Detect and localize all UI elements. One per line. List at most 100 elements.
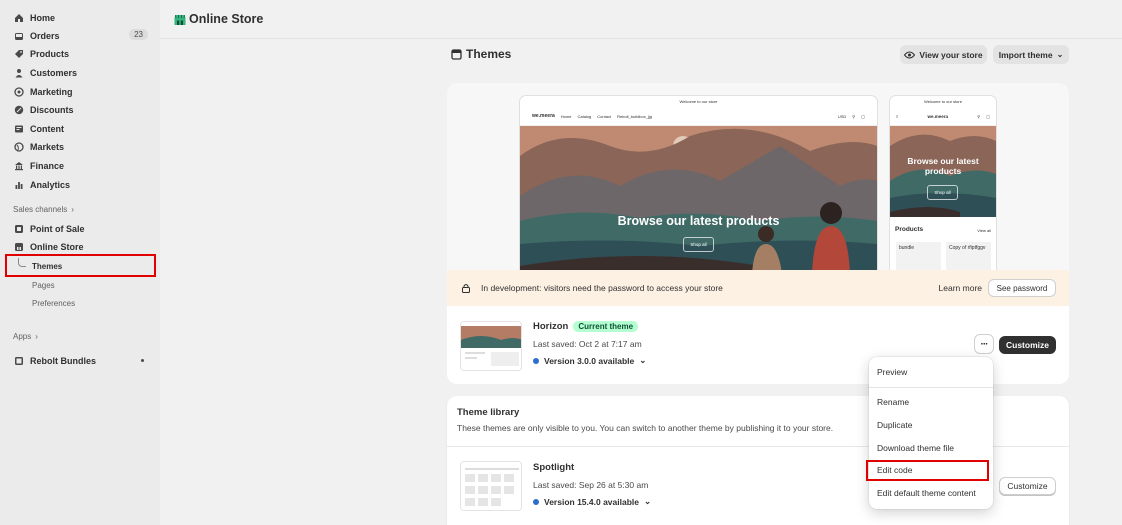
menu-item-edit-default-theme-content[interactable]: Edit default theme content (877, 486, 976, 500)
sidebar-item-rebolt-bundles[interactable]: Rebolt Bundles (14, 352, 150, 369)
sidebar-item-marketing[interactable]: Marketing (14, 83, 150, 100)
view-all-link[interactable]: View all (977, 228, 991, 233)
sidebar-item-label: Marketing (30, 86, 73, 97)
current-theme-last-saved: Last saved: Oct 2 at 7:17 am (533, 339, 642, 349)
sidebar-item-markets[interactable]: Markets (14, 138, 150, 155)
desktop-preview[interactable]: Welcome to our store we.meera Home Catal… (520, 96, 877, 274)
import-theme-label: Import theme (998, 49, 1053, 60)
menu-item-rename[interactable]: Rename (877, 395, 909, 409)
online-store-icon (174, 14, 186, 25)
header-title: Online Store (189, 12, 264, 26)
library-theme-name: Spotlight (533, 462, 575, 473)
ellipsis-icon: ··· (980, 338, 989, 350)
sidebar-item-content[interactable]: Content (14, 120, 150, 137)
sidebar-item-analytics[interactable]: Analytics (14, 176, 150, 193)
shop-all-button[interactable]: Shop all (683, 237, 714, 252)
products-heading: Products (895, 226, 924, 233)
apps-label: Apps (13, 332, 32, 341)
page-header: Online Store (160, 0, 1122, 39)
sales-channels-header[interactable]: Sales channels › (13, 205, 74, 214)
sidebar-subitem-preferences[interactable]: Preferences (32, 296, 75, 310)
mobile-preview[interactable]: Welcome to our store ≡ we.meera ⚲ ▢ Brow… (890, 96, 996, 274)
store-nav-rebolt: Rebolt_buildbox_jjg (617, 113, 652, 119)
mobile-announcement-bar: Welcome to our store (924, 99, 962, 104)
customize-current-theme-button[interactable]: Customize (999, 336, 1056, 354)
current-theme-version[interactable]: Version 3.0.0 available ⌄ (533, 355, 646, 366)
orders-count-badge: 23 (129, 29, 148, 40)
theme-actions-menu: Preview Rename Duplicate Download theme … (869, 357, 993, 509)
horizon-thumbnail[interactable] (460, 321, 522, 371)
spotlight-thumbnail[interactable] (460, 461, 522, 511)
bank-icon (14, 161, 24, 171)
sidebar-item-online-store[interactable]: Online Store (14, 238, 150, 255)
discount-icon (14, 105, 24, 115)
sidebar-item-orders[interactable]: Orders 23 (14, 27, 150, 44)
sidebar-item-label: Customers (30, 67, 78, 78)
person-icon (14, 68, 24, 78)
sidebar-item-label: Home (30, 12, 56, 23)
globe-icon (14, 141, 24, 152)
sidebar-item-label: Finance (30, 160, 65, 171)
mobile-brand: we.meera (927, 113, 949, 119)
sidebar-item-point-of-sale[interactable]: Point of Sale (14, 220, 150, 237)
apps-header[interactable]: Apps › (13, 332, 38, 341)
tag-icon (14, 49, 24, 59)
themes-title: Themes (451, 47, 511, 61)
sidebar-item-label: Rebolt Bundles (30, 355, 97, 366)
store-nav-contact: Contact (597, 113, 612, 119)
themes-title-text: Themes (466, 47, 512, 61)
sidebar-subitem-pages[interactable]: Pages (32, 278, 55, 292)
chevron-right-icon: › (71, 205, 74, 214)
library-theme-version[interactable]: Version 15.4.0 available ⌄ (533, 496, 651, 507)
sidebar-item-finance[interactable]: Finance (14, 157, 150, 174)
sidebar-item-label: Online Store (30, 241, 84, 252)
see-password-button[interactable]: See password (988, 279, 1056, 297)
product-title: bundle (899, 245, 915, 251)
learn-more-link[interactable]: Learn more (939, 283, 982, 293)
sidebar-item-label: Discounts (30, 104, 74, 115)
currency-selector: USD (837, 113, 847, 119)
development-notice: In development: visitors need the passwo… (447, 270, 1069, 306)
sidebar-item-customers[interactable]: Customers (14, 64, 150, 81)
view-your-store-button[interactable]: View your store (900, 45, 987, 64)
chevron-down-icon: ⌄ (1056, 50, 1064, 59)
theme-library-title: Theme library (457, 407, 520, 418)
theme-icon (451, 48, 462, 60)
desktop-store-header: we.meera Home Catalog Contact Rebolt_bui… (520, 107, 877, 126)
target-icon (14, 86, 24, 97)
highlight-themes (5, 254, 156, 277)
library-theme-last-saved: Last saved: Sep 26 at 5:30 am (533, 480, 649, 490)
version-label: Version 3.0.0 available (544, 355, 635, 366)
search-icon: ⚲ (977, 113, 981, 119)
view-your-store-label: View your store (919, 49, 983, 60)
sidebar-item-label: Products (30, 48, 70, 59)
pin-dot-icon (141, 359, 144, 362)
mobile-hero-heading: Browse our latest products (907, 156, 979, 176)
store-nav-home: Home (560, 113, 572, 119)
chevron-down-icon: ⌄ (639, 355, 647, 365)
menu-item-duplicate[interactable]: Duplicate (877, 418, 912, 432)
menu-item-download-theme-file[interactable]: Download theme file (877, 441, 954, 455)
hero-heading: Browse our latest products (617, 214, 780, 228)
theme-library-description: These themes are only visible to you. Yo… (457, 423, 834, 433)
sidebar-item-products[interactable]: Products (14, 45, 150, 62)
import-theme-button[interactable]: Import theme ⌄ (993, 45, 1069, 64)
more-actions-button[interactable]: ··· (974, 334, 994, 354)
menu-divider (869, 387, 993, 388)
chevron-right-icon: › (35, 332, 38, 341)
sidebar-item-label: Markets (30, 141, 65, 152)
spotlight-thumbnail-image (461, 462, 521, 510)
sidebar-item-home[interactable]: Home (14, 9, 150, 26)
menu-item-preview[interactable]: Preview (877, 365, 907, 379)
notice-text: In development: visitors need the passwo… (481, 283, 723, 293)
sidebar-item-discounts[interactable]: Discounts (14, 101, 150, 118)
store-nav-catalog: Catalog (577, 113, 592, 119)
mobile-shop-all-button[interactable]: Shop all (927, 185, 958, 200)
current-theme-badge: Current theme (573, 321, 639, 332)
horizon-thumbnail-image (461, 322, 521, 370)
cart-icon: ▢ (986, 113, 990, 119)
customize-library-theme-button[interactable]: Customize (999, 477, 1056, 495)
store-brand: we.meera (532, 113, 555, 119)
mobile-store-header: ≡ we.meera ⚲ ▢ (890, 107, 996, 126)
chevron-down-icon: ⌄ (643, 496, 652, 506)
